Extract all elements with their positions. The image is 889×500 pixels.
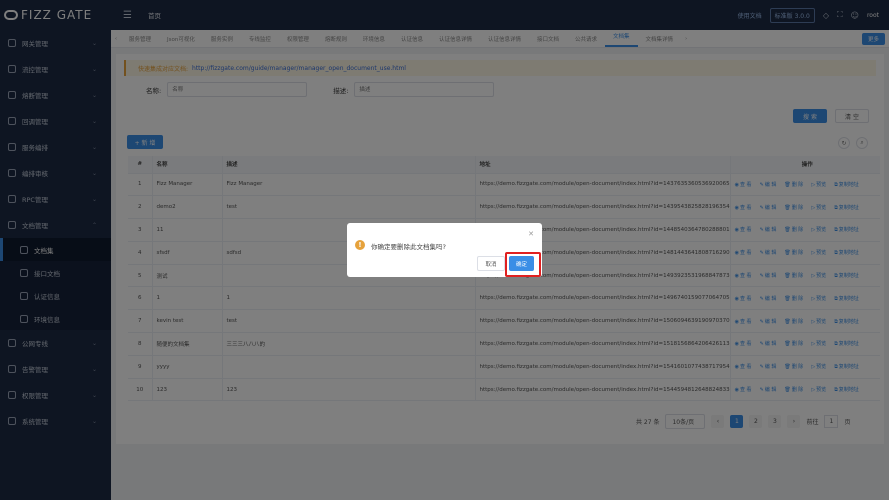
cancel-button[interactable]: 取消 [477,256,505,271]
app-root: FIZZ GATE 网关管理⌄ 流控管理⌄ 熔断管理⌄ 回调管理⌄ 服务编排⌄ … [0,0,889,500]
warning-icon: ! [355,240,365,250]
confirm-message: 你确定要删除此文档集吗? [371,243,446,251]
close-icon[interactable]: ✕ [528,230,534,238]
confirm-button-highlight [505,252,541,277]
